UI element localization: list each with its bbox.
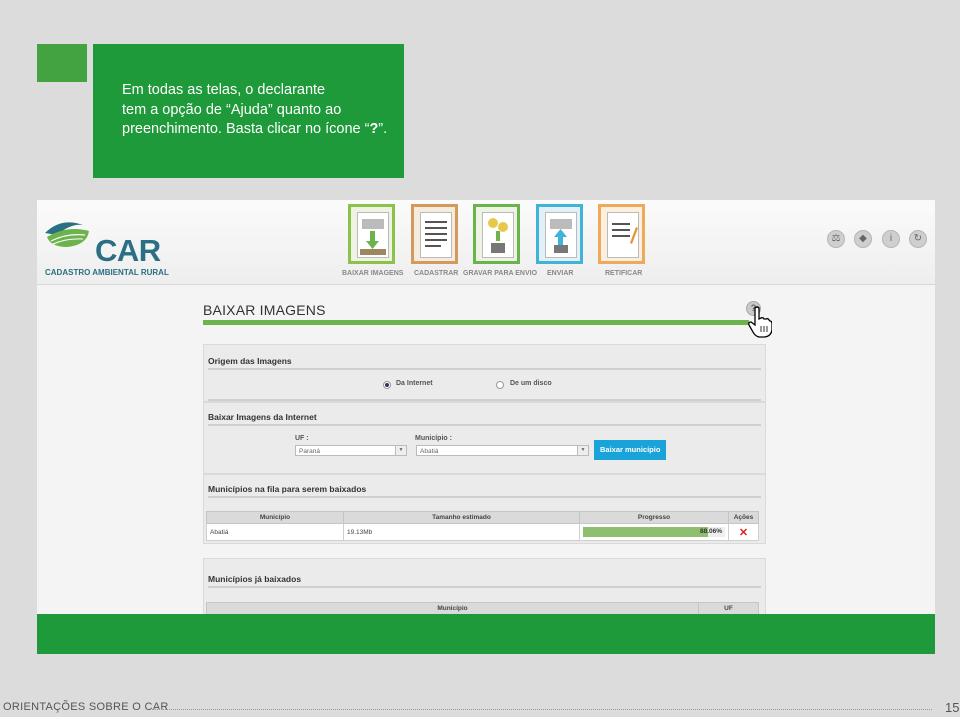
step-label-cadastrar[interactable]: CADASTRAR [414, 270, 458, 277]
step-label-enviar[interactable]: ENVIAR [547, 270, 573, 277]
logo-subtitle: CADASTRO AMBIENTAL RURAL [45, 268, 169, 277]
chevron-down-icon: ▼ [395, 446, 406, 455]
page-number: 15 [945, 700, 960, 715]
origin-divider [208, 368, 761, 370]
title-underline [203, 320, 749, 325]
uf-select[interactable]: Paraná ▼ [295, 445, 407, 456]
downloaded-divider [208, 586, 761, 588]
info-icon[interactable]: i [882, 230, 900, 248]
origin-title: Origem das Imagens [208, 356, 292, 366]
car-logo: CAR CADASTRO AMBIENTAL RURAL [43, 215, 213, 277]
downloaded-header-municipio: Município [206, 602, 699, 614]
queue-header-acoes: Ações [728, 511, 759, 524]
register-form-icon [420, 212, 452, 258]
progress-bar-fill [583, 527, 709, 537]
help-callout: Em todas as telas, o declarante tem a op… [93, 44, 404, 178]
uf-select-value: Paraná [299, 448, 320, 455]
queue-cell-municipio: Abatiá [206, 523, 344, 541]
send-icon [545, 212, 577, 258]
callout-help-symbol: ? [369, 121, 379, 137]
progress-text: 88.06% [699, 528, 722, 535]
step-label-gravar[interactable]: GRAVAR PARA ENVIO [463, 270, 537, 277]
table-row: Abatiá 19.13Mb 88.06% ✕ [206, 523, 759, 541]
downloaded-table: Município UF [206, 602, 759, 614]
radio-da-internet[interactable] [383, 381, 391, 389]
footer-title: ORIENTAÇÕES SOBRE O CAR [3, 701, 169, 713]
car-logo-icon [45, 222, 89, 247]
callout-line-3-pre: preenchimento. Basta clicar no ícone “ [122, 121, 370, 137]
callout-line-3: preenchimento. Basta clicar no ícone “?”… [122, 120, 394, 140]
callout-line-2: tem a opção de “Ajuda” quanto ao [122, 101, 342, 118]
step-retificar[interactable] [598, 204, 645, 264]
scale-icon[interactable]: ⚖ [827, 230, 845, 248]
callout-line-3-post: ”. [378, 121, 388, 137]
queue-header-tamanho: Tamanho estimado [343, 511, 580, 524]
label-da-internet: Da Internet [396, 380, 433, 387]
step-gravar[interactable] [473, 204, 520, 264]
queue-header-progresso: Progresso [579, 511, 729, 524]
queue-cell-tamanho: 19.13Mb [343, 523, 580, 541]
origin-panel: Origem das Imagens Da Internet De um dis… [203, 344, 766, 402]
baixar-municipio-button[interactable]: Baixar município [594, 440, 667, 460]
callout-line-1: Em todas as telas, o declarante [122, 82, 326, 98]
download-divider [208, 424, 761, 426]
progress-bar: 88.06% [583, 527, 725, 537]
queue-panel: Municípios na fila para serem baixados M… [203, 474, 766, 544]
rectify-icon [607, 212, 639, 258]
queue-header-municipio: Município [206, 511, 344, 524]
step-label-baixar[interactable]: BAIXAR IMAGENS [342, 270, 403, 277]
downloaded-header-uf: UF [698, 602, 759, 614]
step-baixar-imagens[interactable] [348, 204, 395, 264]
downloaded-panel: Municípios já baixados Município UF [203, 558, 766, 614]
remove-icon[interactable]: ✕ [728, 523, 759, 541]
origin-bottom-divider [208, 399, 761, 401]
queue-table: Município Tamanho estimado Progresso Açõ… [206, 511, 759, 541]
municipio-label: Município : [415, 435, 452, 442]
footer-divider [152, 709, 932, 710]
municipio-select-value: Abatiá [420, 448, 439, 455]
decorative-square [37, 44, 87, 82]
downloaded-title: Municípios já baixados [208, 574, 302, 584]
step-label-retificar[interactable]: RETIFICAR [605, 270, 642, 277]
app-screenshot: CAR CADASTRO AMBIENTAL RURAL BAIXAR IMAG… [37, 200, 935, 614]
save-for-upload-icon [482, 212, 514, 258]
label-de-um-disco: De um disco [510, 380, 552, 387]
hand-cursor-icon [748, 306, 772, 338]
step-cadastrar[interactable] [411, 204, 458, 264]
download-title: Baixar Imagens da Internet [208, 412, 317, 422]
step-enviar[interactable] [536, 204, 583, 264]
logo-text: CAR [95, 233, 161, 268]
book-icon[interactable]: ◆ [854, 230, 872, 248]
queue-title: Municípios na fila para serem baixados [208, 484, 367, 494]
chevron-down-icon: ▼ [577, 446, 588, 455]
queue-cell-progresso: 88.06% [579, 523, 729, 541]
uf-label: UF : [295, 435, 309, 442]
green-band [37, 614, 935, 654]
queue-divider [208, 496, 761, 498]
app-header: CAR CADASTRO AMBIENTAL RURAL BAIXAR IMAG… [37, 200, 935, 285]
refresh-icon[interactable]: ↻ [909, 230, 927, 248]
radio-de-um-disco[interactable] [496, 381, 504, 389]
municipio-select[interactable]: Abatiá ▼ [416, 445, 589, 456]
download-images-icon [357, 212, 389, 258]
page-title: BAIXAR IMAGENS [203, 302, 326, 318]
download-panel: Baixar Imagens da Internet UF : Paraná ▼ … [203, 402, 766, 474]
